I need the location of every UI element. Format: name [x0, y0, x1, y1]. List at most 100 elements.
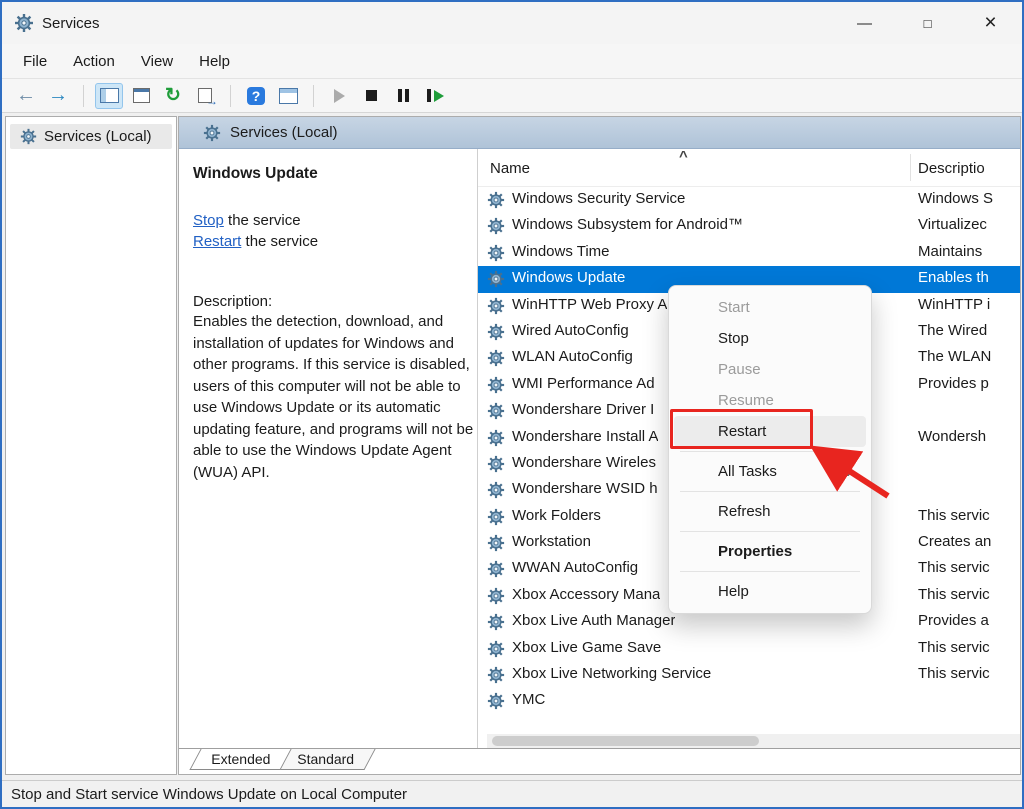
- service-name: YMC: [512, 691, 545, 708]
- gear-icon: [487, 270, 505, 288]
- service-name: Windows Subsystem for Android™: [512, 216, 743, 233]
- service-description-cell: Provides a: [918, 612, 1020, 629]
- Xbox Live Game Save[interactable]: Xbox Live Game Save This servic: [478, 636, 1020, 662]
- YMC[interactable]: YMC: [478, 688, 1020, 714]
- gear-icon: [487, 613, 505, 631]
- service-description-cell: This servic: [918, 665, 1020, 682]
- service-description-cell: This servic: [918, 639, 1020, 656]
- stop-link-suffix: the service: [224, 212, 301, 229]
- view-tab[interactable]: Extended: [189, 749, 291, 770]
- export-arrow-icon[interactable]: [191, 83, 219, 109]
- context-menu-item-start: Start: [674, 292, 866, 323]
- service-description-cell: WinHTTP i: [918, 296, 1020, 313]
- menu-item[interactable]: File: [10, 48, 60, 75]
- gear-icon: [487, 429, 505, 447]
- service-name: WMI Performance Ad: [512, 375, 655, 392]
- context-menu-item-help[interactable]: Help: [674, 576, 866, 607]
- horizontal-scrollbar[interactable]: [487, 734, 1020, 748]
- show-console-tree-icon[interactable]: [95, 83, 123, 109]
- window-title: Services: [42, 15, 100, 32]
- back-icon[interactable]: [12, 83, 40, 109]
- service-description-cell: Windows S: [918, 190, 1020, 207]
- service-description-cell: This servic: [918, 507, 1020, 524]
- service-description-cell: Creates an: [918, 533, 1020, 550]
- service-description-cell: The Wired: [918, 322, 1020, 339]
- menu-item[interactable]: Help: [186, 48, 243, 75]
- tree-item-services-local[interactable]: Services (Local): [10, 124, 172, 149]
- service-name: WWAN AutoConfig: [512, 559, 638, 576]
- stop-service-icon[interactable]: [357, 83, 385, 109]
- service-name: Wondershare WSID h: [512, 480, 658, 497]
- title-bar: Services — □ ×: [2, 2, 1022, 44]
- context-menu-item-stop[interactable]: Stop: [674, 323, 866, 354]
- forward-icon[interactable]: [44, 83, 72, 109]
- gear-icon: [487, 297, 505, 315]
- service-name: Xbox Live Game Save: [512, 639, 661, 656]
- minimize-button[interactable]: —: [833, 2, 896, 44]
- pause-service-icon[interactable]: [389, 83, 417, 109]
- service-name: Xbox Live Networking Service: [512, 665, 711, 682]
- gear-icon: [487, 402, 505, 420]
- Windows Security Service[interactable]: Windows Security Service Windows S: [478, 187, 1020, 213]
- description-label: Description:: [193, 293, 461, 310]
- horizontal-scrollbar-thumb[interactable]: [492, 736, 759, 746]
- menu-item[interactable]: View: [128, 48, 186, 75]
- view-tab[interactable]: Standard: [276, 749, 376, 770]
- gear-icon: [487, 481, 505, 499]
- toolbar-separator: [83, 85, 84, 107]
- gear-icon: [20, 128, 37, 145]
- annotation-arrow: [800, 428, 900, 506]
- service-name: Windows Security Service: [512, 190, 685, 207]
- gear-icon: [487, 244, 505, 262]
- Windows Time[interactable]: Windows Time Maintains: [478, 240, 1020, 266]
- gear-icon: [487, 376, 505, 394]
- service-name: Wondershare Driver I: [512, 401, 654, 418]
- view-tabs: ExtendedStandard: [179, 748, 1020, 774]
- console-tree-panel: Services (Local): [5, 116, 177, 775]
- menu-bar: FileActionViewHelp: [2, 44, 1022, 78]
- service-description-cell: This servic: [918, 559, 1020, 576]
- toolbar: [2, 78, 1022, 113]
- export-list-icon[interactable]: [127, 83, 155, 109]
- context-menu-separator: [680, 531, 860, 532]
- start-service-icon: [325, 83, 353, 109]
- extended-info-panel: Windows Update Stop the service Restart …: [179, 149, 477, 748]
- service-description-cell: Virtualizec: [918, 216, 1020, 233]
- column-header-name[interactable]: Name: [490, 160, 530, 177]
- column-divider[interactable]: [910, 154, 911, 181]
- window-controls: — □ ×: [833, 2, 1022, 44]
- service-description-cell: Maintains: [918, 243, 1020, 260]
- context-menu-item-properties[interactable]: Properties: [674, 536, 866, 567]
- service-name: Xbox Accessory Mana: [512, 586, 660, 603]
- context-menu-item-pause: Pause: [674, 354, 866, 385]
- Windows Subsystem for Android™[interactable]: Windows Subsystem for Android™ Virtualiz…: [478, 213, 1020, 239]
- stop-service-link[interactable]: Stop: [193, 212, 224, 229]
- help-icon[interactable]: [242, 83, 270, 109]
- selected-service-title: Windows Update: [193, 165, 461, 183]
- tree-item-label: Services (Local): [44, 128, 152, 145]
- maximize-button[interactable]: □: [896, 2, 959, 44]
- restart-service-icon[interactable]: [421, 83, 449, 109]
- close-button[interactable]: ×: [959, 2, 1022, 44]
- gear-icon: [487, 217, 505, 235]
- service-description-cell: The WLAN: [918, 348, 1020, 365]
- gear-icon: [487, 692, 505, 710]
- menu-item[interactable]: Action: [60, 48, 128, 75]
- toolbar-separator: [313, 85, 314, 107]
- gear-icon: [487, 666, 505, 684]
- column-header-description[interactable]: Descriptio: [918, 160, 985, 177]
- gear-icon: [487, 534, 505, 552]
- gear-icon: [487, 587, 505, 605]
- service-name: Workstation: [512, 533, 591, 550]
- Xbox Live Networking Service[interactable]: Xbox Live Networking Service This servic: [478, 662, 1020, 688]
- gear-icon: [487, 191, 505, 209]
- services-icon: [203, 124, 221, 142]
- restart-service-link[interactable]: Restart: [193, 233, 241, 250]
- gear-icon: [487, 323, 505, 341]
- refresh-icon[interactable]: [159, 83, 187, 109]
- services-app-icon: [14, 13, 34, 33]
- properties-window-icon[interactable]: [274, 83, 302, 109]
- service-name: Xbox Live Auth Manager: [512, 612, 675, 629]
- service-description-cell: Wondersh: [918, 428, 1020, 445]
- service-name: Windows Time: [512, 243, 610, 260]
